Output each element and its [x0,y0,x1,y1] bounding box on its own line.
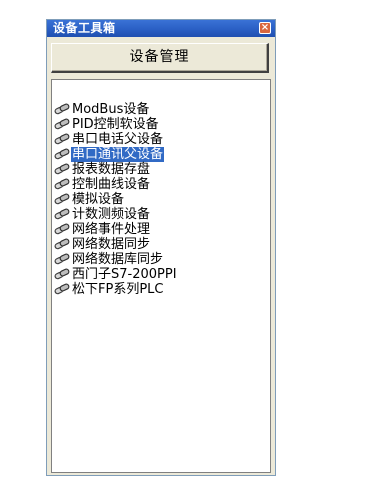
device-list-item[interactable]: 松下FP系列PLC [54,282,164,297]
title-bar[interactable]: 设备工具箱 × [47,20,275,37]
link-icon [54,268,70,280]
link-icon [54,118,70,130]
close-button[interactable]: × [259,22,271,34]
device-list-item-label: 网络事件处理 [72,222,151,237]
link-icon [54,253,70,265]
link-icon [54,283,70,295]
device-list-item-label: 报表数据存盘 [72,162,151,177]
device-list-item[interactable]: ModBus设备 [54,102,150,117]
device-list-item[interactable]: 控制曲线设备 [54,177,151,192]
link-icon [54,238,70,250]
device-list-item[interactable]: 网络数据库同步 [54,252,164,267]
window-title: 设备工具箱 [53,21,116,35]
device-list-item-label: 松下FP系列PLC [72,282,164,297]
device-list-item-label: 计数测频设备 [72,207,151,222]
link-icon [54,208,70,220]
device-list-item[interactable]: PID控制软设备 [54,117,160,132]
link-icon [54,133,70,145]
device-list-item-label: 网络数据同步 [72,237,151,252]
link-icon [54,178,70,190]
link-icon [54,148,70,160]
device-list-item-label: 网络数据库同步 [72,252,164,267]
device-list-item[interactable]: 串口电话父设备 [54,132,164,147]
device-list-item[interactable]: 计数测频设备 [54,207,151,222]
device-list-item-label: 西门子S7-200PPI [72,267,177,282]
device-list-item[interactable]: 串口通讯父设备 [54,147,165,162]
device-manager-button[interactable]: 设备管理 [51,43,269,73]
close-icon: × [260,22,270,33]
device-list[interactable]: ModBus设备 PID控制软设备 串口电话父设备 串口通讯父设备 报表数据存盘 控制曲线… [51,79,271,473]
device-list-item[interactable]: 网络数据同步 [54,237,151,252]
device-list-item[interactable]: 报表数据存盘 [54,162,151,177]
device-list-item-label: 串口电话父设备 [72,132,164,147]
device-list-item-label: 控制曲线设备 [72,177,151,192]
device-list-item-label: ModBus设备 [72,102,150,117]
device-list-item-label: 串口通讯父设备 [71,147,165,162]
link-icon [54,193,70,205]
device-list-item-label: 模拟设备 [72,192,125,207]
device-list-item-label: PID控制软设备 [72,117,159,132]
device-list-item[interactable]: 西门子S7-200PPI [54,267,178,282]
device-list-item[interactable]: 模拟设备 [54,192,125,207]
link-icon [54,163,70,175]
link-icon [54,103,70,115]
link-icon [54,223,70,235]
device-list-item[interactable]: 网络事件处理 [54,222,151,237]
device-toolbox-window: 设备工具箱 × 设备管理 ModBus设备 PID控制软设备 串口电话父设备 串口通讯… [46,19,276,476]
